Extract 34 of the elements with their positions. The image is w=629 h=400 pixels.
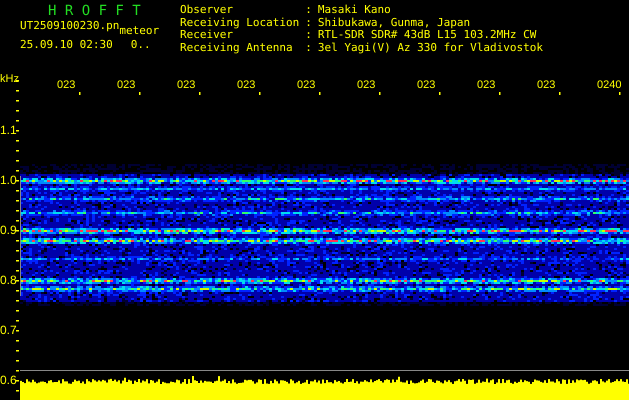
- file-name: UT2509100230.pn: [20, 19, 120, 34]
- field-label: Receiving Location: [180, 16, 300, 29]
- field-value: Shibukawa, Gunma, Japan: [318, 16, 472, 29]
- time-label: 023: [297, 79, 316, 91]
- timestamp: 25.09.10 02:30: [20, 38, 113, 52]
- meteor-count: 0..: [130, 38, 151, 52]
- time-label: 023: [177, 79, 196, 91]
- time-label: 023: [537, 79, 556, 91]
- time-label: 023: [477, 79, 496, 91]
- field-label: Receiver: [180, 29, 233, 42]
- axis-label: 0.9: [0, 223, 17, 237]
- field-label: Observer: [180, 4, 234, 16]
- meteor-label: meteor: [119, 23, 160, 38]
- axis-label: 1.0: [0, 173, 17, 187]
- time-label: 0240: [597, 79, 622, 91]
- field-value: RTL-SDR SDR# 43dB L15 103.2MHz CW: [318, 29, 538, 42]
- axis-label: 0.8: [0, 273, 17, 287]
- time-label: 023: [57, 79, 76, 91]
- separator: :: [305, 42, 312, 54]
- time-label: 023: [357, 79, 376, 91]
- app-title: H R O F F T: [47, 4, 142, 19]
- time-label: 023: [417, 79, 436, 91]
- time-label: 023: [237, 79, 256, 91]
- separator: :: [305, 16, 312, 29]
- field-value: 3el Yagi(V) Az 330 for Vladivostok: [318, 42, 544, 54]
- separator: :: [305, 29, 312, 42]
- axis-label: 0.7: [0, 323, 17, 337]
- separator: :: [305, 4, 312, 16]
- field-value: Masaki Kano: [318, 4, 392, 16]
- axis-label: 1.1: [0, 123, 17, 137]
- axis-unit: kHz: [0, 73, 19, 85]
- time-label: 023: [117, 79, 136, 91]
- field-label: Receiving Antenna: [180, 42, 294, 54]
- axis-label: 0.6: [0, 373, 17, 387]
